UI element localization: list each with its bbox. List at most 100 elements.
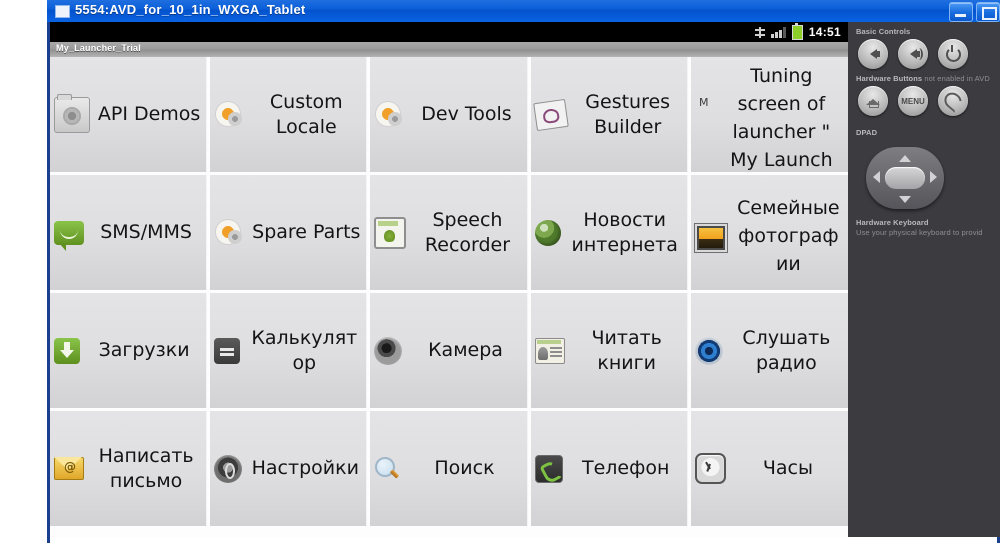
globe-icon [534,219,561,246]
app-cell-inner: @ Написать письмо [50,444,206,494]
menu-button[interactable]: MENU [898,86,928,116]
dpad-center-button[interactable] [885,167,925,189]
hardware-keyboard-note: Use your physical keyboard to provid [856,228,983,237]
dpad-left-icon[interactable] [873,171,880,183]
app-cell[interactable]: Custom Locale [210,57,368,172]
hardware-keyboard-label: Hardware Keyboard [856,218,929,227]
hardware-buttons-note: not enabled in AVD [922,74,990,83]
statusbar-right-cluster: 14:51 [754,22,841,42]
sms-bubble-icon [54,220,84,251]
app-cell-label: Загрузки [98,339,190,361]
app-cell-inner: Телефон [531,454,687,483]
app-cell[interactable]: Калькулятор [210,293,368,408]
app-cell-inner: Настройки [210,454,366,483]
screenshot-root: 5554:AVD_for_10_1in_WXGA_Tablet 14:51 My… [0,0,1000,547]
app-cell[interactable]: API Demos [50,57,208,172]
home-button[interactable] [858,86,888,116]
app-cell-label: Калькулятор [251,326,358,374]
window-title: 5554:AVD_for_10_1in_WXGA_Tablet [75,2,306,17]
dpad-up-icon[interactable] [899,155,911,162]
hardware-buttons-title: Hardware Buttons [856,74,923,83]
app-cell-label: Написать письмо [98,444,194,492]
app-cell-label: SMS/MMS [100,221,192,243]
app-cell[interactable]: Поиск [370,411,528,526]
app-cell-inner: Spare Parts [210,218,366,248]
power-button[interactable] [938,39,968,69]
app-cell[interactable]: Speech Recorder [370,175,528,290]
app-cell-inner: API Demos [50,93,206,133]
mail-icon: @ [54,457,84,480]
app-cell-label: Speech Recorder [424,208,511,256]
statusbar-clock: 14:51 [808,25,841,39]
launcher-app-grid: API Demos Custom Locale Dev Tools Gestures … [50,57,848,537]
hardware-buttons-row: MENU [858,86,968,116]
settings-icon [214,454,243,483]
phone-icon [534,454,563,483]
speech-recorder-icon [374,216,407,249]
app-cell[interactable]: Загрузки [50,293,208,408]
battery-icon [791,22,803,40]
maximize-button[interactable] [976,2,1000,22]
dpad-down-icon[interactable] [899,196,911,203]
basic-controls-row [858,39,968,69]
clock-icon [694,453,726,484]
app-cell-label: Spare Parts [252,221,361,243]
app-cell[interactable]: Часы [690,411,848,526]
app-cell-label: Слушать радио [742,326,831,374]
emulator-window: 5554:AVD_for_10_1in_WXGA_Tablet 14:51 My… [47,0,1000,543]
app-cell[interactable]: Spare Parts [210,175,368,290]
launcher-appbar: My_Launcher_Trial [50,42,848,58]
app-cell-inner: SMS/MMS [50,220,206,251]
app-cell[interactable]: Читать книги [530,293,688,408]
volume-wave-icon [915,48,923,60]
app-cell[interactable]: Слушать радио [690,293,848,408]
usb-debug-icon [754,26,765,38]
app-cell[interactable]: Dev Tools [370,57,528,172]
volume-down-button[interactable] [858,39,888,69]
app-cell-inner: Часы [691,453,848,484]
basic-controls-label: Basic Controls [856,27,911,36]
app-cell[interactable]: Новости интернета [530,175,688,290]
folder-gear-icon [54,93,90,133]
m-letter-icon: M [699,96,709,109]
dpad-right-icon[interactable] [930,171,937,183]
app-cell[interactable]: @ Написать письмо [50,411,208,526]
minimize-button[interactable] [949,2,973,22]
app-cell-label: Dev Tools [421,103,512,125]
app-cell-inner: Калькулятор [210,326,366,376]
back-button[interactable] [938,86,968,116]
app-cell-inner: Поиск [370,456,526,482]
app-cell[interactable]: Семейные фотографии [690,175,848,290]
app-cell-label: Телефон [581,457,670,479]
signal-icon [770,26,786,38]
android-device-screen: 14:51 My_Launcher_Trial API Demos Custom … [50,22,848,537]
app-cell[interactable]: Камера [370,293,528,408]
app-cell-label: Настройки [251,457,359,479]
app-cell-label: Tuning screen of launcher " My Launch [730,64,833,171]
window-bottom-filler [50,537,997,543]
gear-flower-icon [214,218,244,248]
app-cell-label: Семейные фотографии [737,196,840,275]
app-cell-inner: M Tuning screen of launcher " My Launch [691,57,848,172]
app-cell-inner: Dev Tools [370,100,526,130]
app-cell[interactable]: Телефон [530,411,688,526]
app-cell-inner: Speech Recorder [370,208,526,258]
back-icon [940,89,966,113]
app-cell-inner: Семейные фотографии [691,188,848,278]
dpad-control[interactable] [866,147,944,209]
radio-icon [694,336,723,365]
app-cell-inner: Gestures Builder [531,90,687,140]
window-app-icon [55,5,70,18]
volume-down-icon [869,49,880,59]
volume-up-button[interactable] [898,39,928,69]
app-cell[interactable]: Gestures Builder [530,57,688,172]
app-cell[interactable]: Настройки [210,411,368,526]
app-cell-inner: Слушать радио [691,326,848,376]
emulator-control-panel: Basic Controls Hardware Buttons not enab… [848,22,1000,537]
gear-flower-icon [214,100,244,130]
app-cell[interactable]: M Tuning screen of launcher " My Launch [690,57,848,172]
app-cell-label: Камера [428,339,503,361]
app-cell[interactable]: SMS/MMS [50,175,208,290]
gestures-icon [532,98,569,131]
android-statusbar: 14:51 [50,22,848,42]
